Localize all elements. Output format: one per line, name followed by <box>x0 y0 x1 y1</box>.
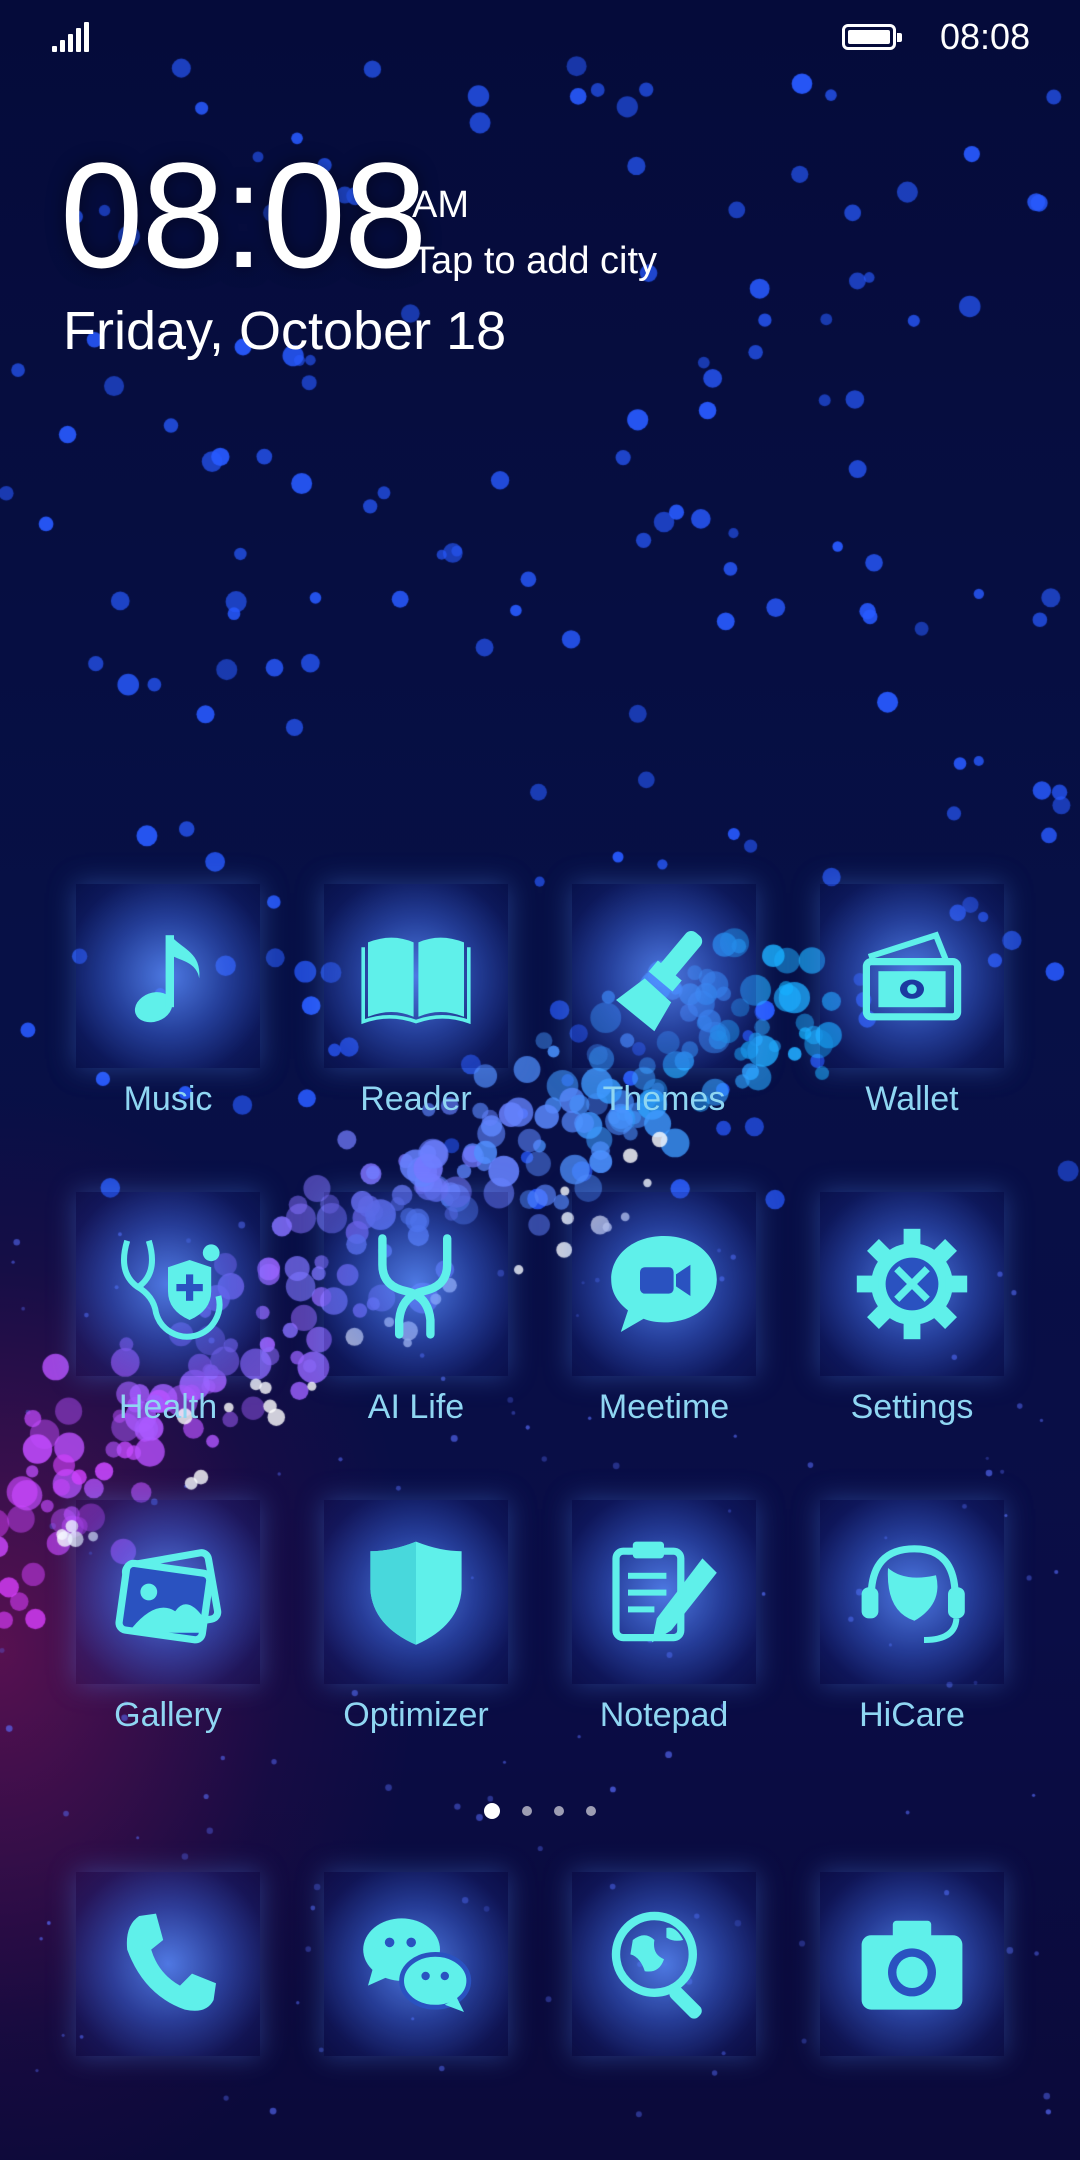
app-label: Music <box>123 1080 213 1118</box>
page-dot-active[interactable] <box>484 1803 500 1819</box>
clock-date[interactable]: Friday, October 18 <box>63 300 506 362</box>
status-bar-time: 08:08 <box>940 16 1031 57</box>
browser-icon <box>611 1911 702 2019</box>
app-label: Gallery <box>114 1696 222 1734</box>
app-label: Themes <box>602 1080 726 1118</box>
clock-ampm: AM <box>412 184 469 226</box>
app-label: AI Life <box>367 1388 465 1426</box>
messaging-icon <box>363 1918 472 2012</box>
notepad-icon <box>612 1541 717 1643</box>
app-notepad[interactable]: Notepad <box>572 1500 756 1734</box>
phone-icon <box>126 1913 216 2011</box>
dock-messaging[interactable] <box>324 1872 508 2056</box>
music-note-icon <box>134 935 200 1023</box>
page-dot[interactable] <box>554 1806 564 1816</box>
gallery-icon <box>115 1549 222 1644</box>
app-health[interactable]: Health <box>76 1192 260 1426</box>
page-dot[interactable] <box>586 1806 596 1816</box>
app-ai-life[interactable]: AI Life <box>324 1192 508 1426</box>
camera-icon <box>861 1920 963 2010</box>
app-gallery[interactable]: Gallery <box>76 1500 260 1734</box>
app-label: Reader <box>360 1080 472 1118</box>
app-reader[interactable]: Reader <box>324 884 508 1118</box>
add-city-link[interactable]: Tap to add city <box>412 240 657 283</box>
book-icon <box>361 937 471 1025</box>
shield-icon <box>370 1541 462 1645</box>
app-label: Meetime <box>598 1388 730 1426</box>
gear-icon <box>856 1228 968 1340</box>
app-settings[interactable]: Settings <box>820 1192 1004 1426</box>
app-hicare[interactable]: HiCare <box>820 1500 1004 1734</box>
battery-icon <box>842 24 902 50</box>
wallet-icon <box>862 931 962 1021</box>
headset-icon <box>861 1545 965 1643</box>
app-wallet[interactable]: Wallet <box>820 884 1004 1118</box>
app-meetime[interactable]: Meetime <box>572 1192 756 1426</box>
video-chat-icon <box>611 1236 717 1332</box>
ai-life-icon <box>378 1234 452 1339</box>
page-dot[interactable] <box>522 1806 532 1816</box>
paintbrush-icon <box>616 930 703 1032</box>
app-themes[interactable]: Themes <box>572 884 756 1118</box>
clock-time[interactable]: 08:08 <box>60 140 427 290</box>
app-optimizer[interactable]: Optimizer <box>324 1500 508 1734</box>
dock-phone[interactable] <box>76 1872 260 2056</box>
app-label: Settings <box>850 1388 974 1426</box>
app-label: Health <box>118 1388 218 1426</box>
dock-camera[interactable] <box>820 1872 1004 2056</box>
dock-browser[interactable] <box>572 1872 756 2056</box>
app-label: HiCare <box>859 1696 965 1734</box>
stethoscope-icon <box>121 1239 223 1340</box>
app-label: Notepad <box>599 1696 729 1734</box>
app-label: Wallet <box>865 1080 959 1118</box>
app-label: Optimizer <box>343 1696 489 1734</box>
app-music[interactable]: Music <box>76 884 260 1118</box>
page-indicator[interactable] <box>482 1802 602 1822</box>
signal-strength-icon <box>52 22 92 52</box>
